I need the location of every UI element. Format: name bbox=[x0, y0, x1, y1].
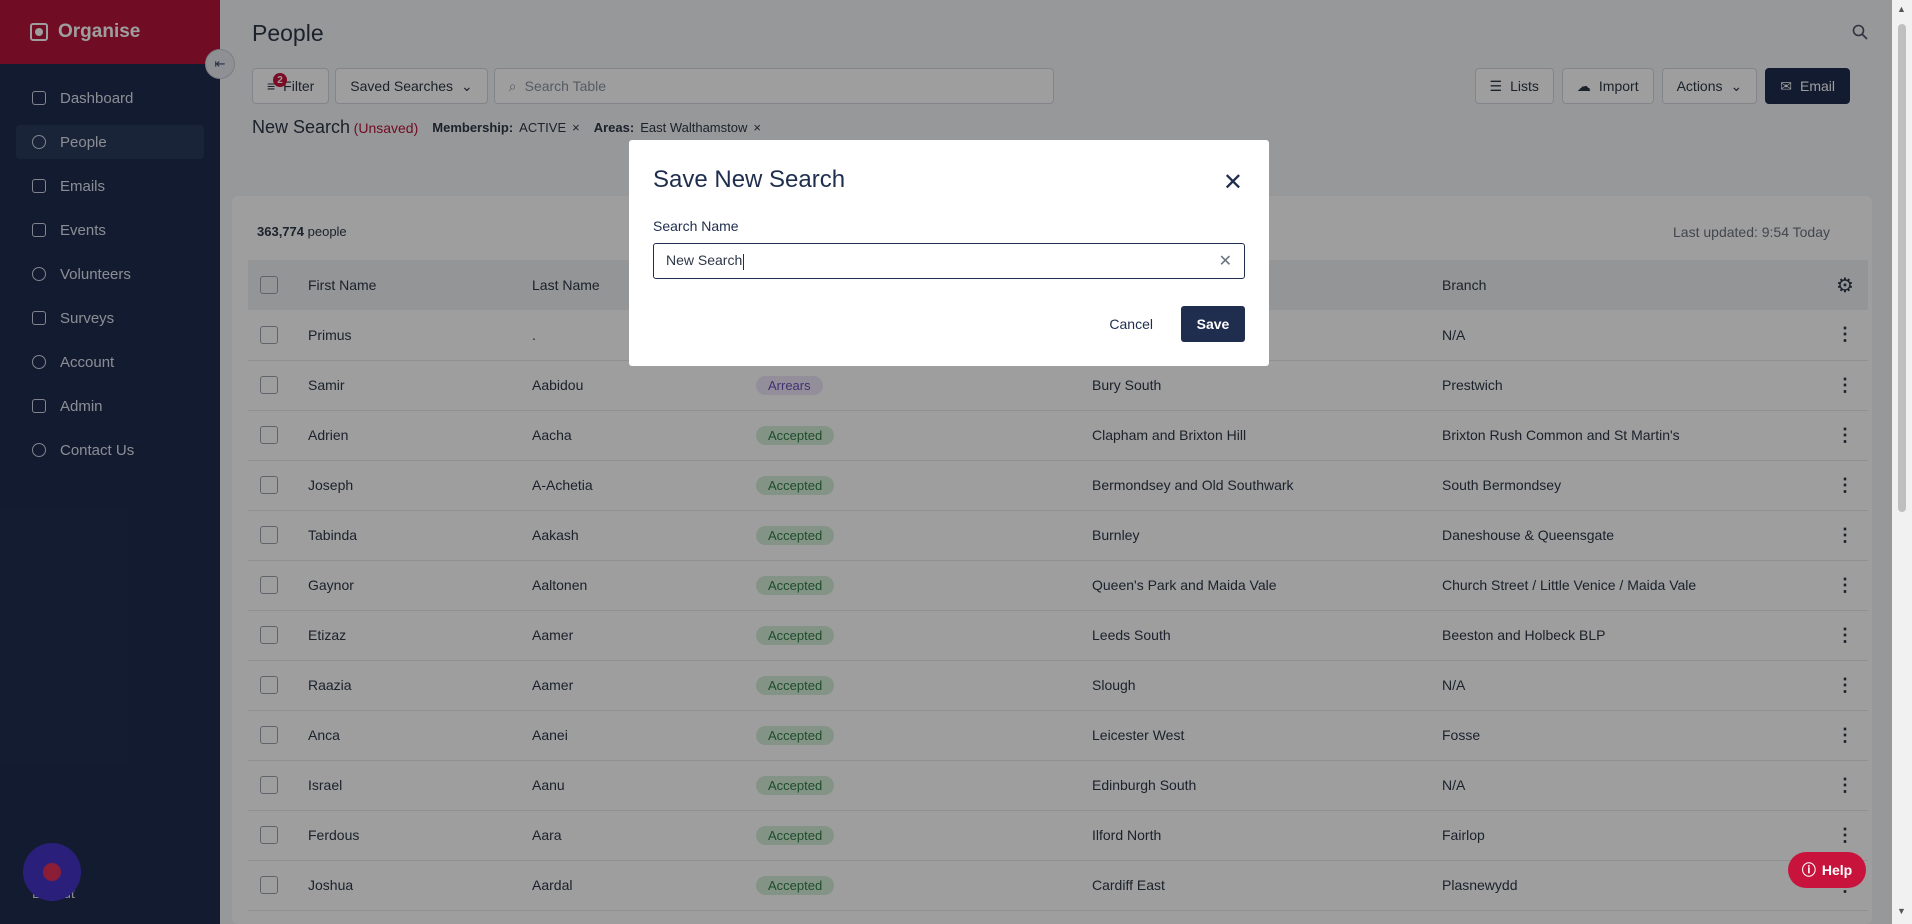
close-icon[interactable]: ✕ bbox=[1223, 168, 1243, 197]
save-search-modal: Save New Search ✕ Search Name New Search… bbox=[629, 140, 1269, 366]
modal-backdrop[interactable] bbox=[0, 0, 1912, 924]
modal-title: Save New Search bbox=[653, 166, 846, 193]
page-scrollbar[interactable]: ▲ ▼ bbox=[1892, 0, 1912, 924]
modal-actions: Cancel Save bbox=[1109, 306, 1245, 342]
help-button[interactable]: ⓘ Help bbox=[1788, 852, 1866, 888]
cancel-button[interactable]: Cancel bbox=[1109, 316, 1153, 332]
search-name-input[interactable]: New Search ✕ bbox=[653, 243, 1245, 279]
save-button[interactable]: Save bbox=[1181, 306, 1245, 342]
help-label: Help bbox=[1821, 862, 1853, 878]
clear-input-icon[interactable]: ✕ bbox=[1219, 251, 1232, 271]
scrollbar-thumb[interactable] bbox=[1898, 24, 1906, 512]
scroll-up-icon[interactable]: ▲ bbox=[1897, 4, 1906, 14]
scroll-down-icon[interactable]: ▼ bbox=[1897, 906, 1906, 916]
search-name-value: New Search bbox=[666, 252, 743, 269]
search-name-label: Search Name bbox=[653, 218, 739, 234]
text-caret bbox=[743, 253, 745, 270]
help-icon: ⓘ bbox=[1801, 862, 1816, 878]
